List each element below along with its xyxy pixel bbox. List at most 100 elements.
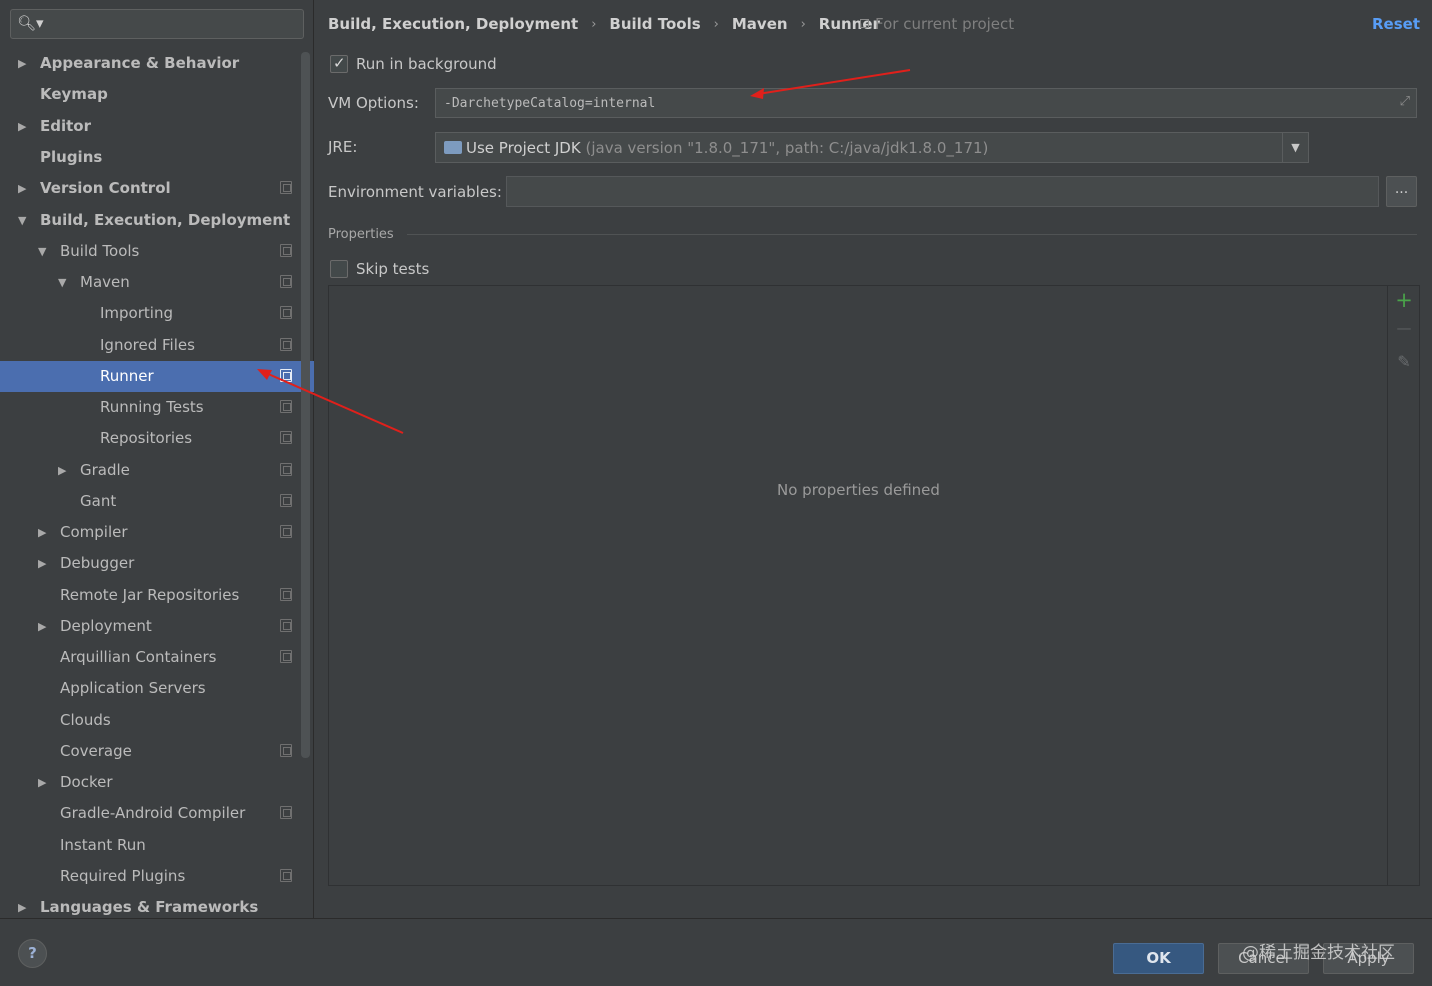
watermark: @稀土掘金技术社区 (1242, 943, 1395, 963)
sidebar-item-editor[interactable]: ▶ Editor (0, 111, 314, 142)
sidebar-item-ignored-files[interactable]: Ignored Files (0, 330, 314, 361)
run-in-background-checkbox[interactable]: ✓ (330, 54, 348, 73)
sidebar-item-label: Coverage (60, 742, 132, 760)
sidebar-item-label: Keymap (40, 85, 108, 103)
edit-icon[interactable]: ✎ (1394, 352, 1414, 371)
sidebar-item-plugins[interactable]: Plugins (0, 142, 314, 173)
scope-hint: For current project (860, 15, 1014, 33)
remove-icon[interactable]: — (1394, 319, 1414, 337)
sidebar-item-gradle-android-compiler[interactable]: Gradle-Android Compiler (0, 798, 314, 829)
jre-label: JRE: (328, 138, 358, 156)
sidebar-item-label: Debugger (60, 554, 135, 572)
sidebar-item-coverage[interactable]: Coverage (0, 736, 314, 767)
sidebar-item-label: Plugins (40, 148, 103, 166)
properties-table[interactable]: No properties defined + — ✎ (328, 285, 1420, 886)
sidebar-item-label: Clouds (60, 711, 111, 729)
sidebar-item-application-servers[interactable]: Application Servers (0, 673, 314, 704)
project-scope-icon (280, 650, 292, 663)
sidebar-item-remote-jar-repositories[interactable]: Remote Jar Repositories (0, 580, 314, 611)
sidebar-item-deployment[interactable]: ▶ Deployment (0, 611, 314, 642)
skip-tests-label[interactable]: Skip tests (356, 260, 429, 278)
help-button[interactable]: ? (18, 939, 47, 968)
search-field[interactable]: 🔍︎▾ (10, 9, 304, 39)
environment-variables-field[interactable] (506, 176, 1379, 207)
sidebar-item-label: Appearance & Behavior (40, 54, 240, 72)
project-scope-icon (860, 19, 869, 28)
project-scope-icon (280, 869, 292, 882)
jdk-folder-icon (444, 141, 462, 154)
search-input[interactable] (43, 13, 297, 35)
chevron-right-icon[interactable]: ▶ (38, 776, 46, 789)
chevron-right-icon[interactable]: ▶ (18, 182, 26, 195)
settings-sidebar: 🔍︎▾ ▶ Appearance & Behavior Keymap ▶ Editor P… (0, 0, 314, 918)
sidebar-item-gradle[interactable]: ▶ Gradle (0, 455, 314, 486)
chevron-right-icon[interactable]: ▶ (38, 526, 46, 539)
environment-variables-label: Environment variables: (328, 183, 502, 201)
properties-toolbar: + — ✎ (1387, 286, 1419, 885)
empty-state-text: No properties defined (777, 481, 940, 499)
sidebar-item-clouds[interactable]: Clouds (0, 705, 314, 736)
ok-button[interactable]: OK (1113, 943, 1204, 974)
sidebar-item-label: Editor (40, 117, 91, 135)
sidebar-item-build-execution-deployment[interactable]: ▼ Build, Execution, Deployment (0, 205, 314, 236)
search-icon[interactable]: 🔍︎▾ (17, 14, 44, 32)
run-in-background-label[interactable]: Run in background (356, 55, 497, 73)
environment-variables-browse-button[interactable]: ... (1386, 176, 1417, 207)
settings-window: 🔍︎▾ ▶ Appearance & Behavior Keymap ▶ Editor P… (0, 0, 1432, 986)
jre-dropdown[interactable]: Use Project JDK (java version "1.8.0_171… (435, 132, 1309, 163)
sidebar-item-label: Compiler (60, 523, 128, 541)
sidebar-item-gant[interactable]: Gant (0, 486, 314, 517)
project-scope-icon (280, 275, 292, 288)
chevron-right-icon[interactable]: ▶ (18, 57, 26, 70)
sidebar-item-maven[interactable]: ▼ Maven (0, 267, 314, 298)
sidebar-item-label: Remote Jar Repositories (60, 586, 240, 604)
add-icon[interactable]: + (1394, 288, 1414, 312)
sidebar-item-label: Running Tests (100, 398, 204, 416)
sidebar-item-label: Version Control (40, 179, 171, 197)
sidebar-item-arquillian-containers[interactable]: Arquillian Containers (0, 642, 314, 673)
sidebar-item-runner[interactable]: Runner (0, 361, 314, 392)
sidebar-item-running-tests[interactable]: Running Tests (0, 392, 314, 423)
project-scope-icon (280, 588, 292, 601)
scope-label: For current project (875, 15, 1015, 33)
sidebar-item-repositories[interactable]: Repositories (0, 423, 314, 454)
sidebar-item-label: Application Servers (60, 679, 206, 697)
section-divider (407, 234, 1417, 235)
properties-section-title: Properties (328, 227, 394, 242)
breadcrumb-separator-icon: › (800, 16, 806, 32)
dialog-footer: ? OK Cancel Apply (0, 918, 1432, 986)
skip-tests-checkbox[interactable] (330, 260, 348, 278)
sidebar-item-label: Build Tools (60, 242, 140, 260)
sidebar-item-label: Maven (80, 273, 130, 291)
chevron-down-icon[interactable]: ▼ (1282, 133, 1308, 162)
sidebar-item-instant-run[interactable]: Instant Run (0, 830, 314, 861)
chevron-down-icon[interactable]: ▼ (38, 245, 46, 258)
sidebar-scrollbar[interactable] (301, 52, 310, 758)
sidebar-item-label: Instant Run (60, 836, 146, 854)
sidebar-item-label: Build, Execution, Deployment (40, 211, 291, 229)
sidebar-item-docker[interactable]: ▶ Docker (0, 767, 314, 798)
project-scope-icon (280, 744, 292, 757)
project-scope-icon (280, 369, 292, 382)
chevron-right-icon[interactable]: ▶ (18, 901, 26, 914)
project-scope-icon (280, 181, 292, 194)
sidebar-item-required-plugins[interactable]: Required Plugins (0, 861, 314, 892)
sidebar-item-keymap[interactable]: Keymap (0, 79, 314, 110)
sidebar-item-importing[interactable]: Importing (0, 298, 314, 329)
project-scope-icon (280, 525, 292, 538)
sidebar-item-compiler[interactable]: ▶ Compiler (0, 517, 314, 548)
chevron-right-icon[interactable]: ▶ (38, 557, 46, 570)
vm-options-field[interactable]: -DarchetypeCatalog=internal ⤢ (435, 88, 1417, 118)
expand-icon[interactable]: ⤢ (1400, 94, 1410, 109)
chevron-down-icon[interactable]: ▼ (18, 214, 26, 227)
sidebar-item-build-tools[interactable]: ▼ Build Tools (0, 236, 314, 267)
project-scope-icon (280, 244, 292, 257)
sidebar-item-version-control[interactable]: ▶ Version Control (0, 173, 314, 204)
sidebar-item-debugger[interactable]: ▶ Debugger (0, 548, 314, 579)
chevron-right-icon[interactable]: ▶ (58, 464, 66, 477)
reset-link[interactable]: Reset (1372, 15, 1420, 33)
sidebar-item-appearance-behavior[interactable]: ▶ Appearance & Behavior (0, 48, 314, 79)
chevron-right-icon[interactable]: ▶ (18, 120, 26, 133)
chevron-right-icon[interactable]: ▶ (38, 620, 46, 633)
chevron-down-icon[interactable]: ▼ (58, 276, 66, 289)
